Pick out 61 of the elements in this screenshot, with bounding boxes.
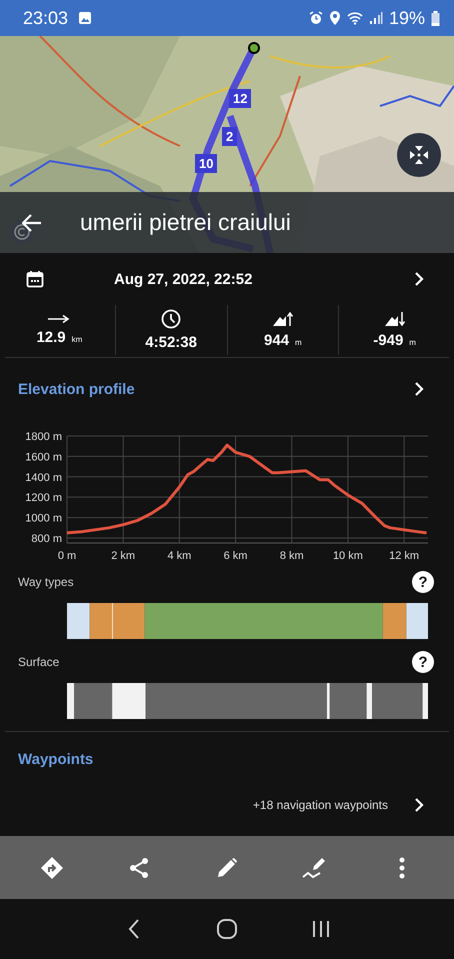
wifi-icon — [346, 11, 363, 25]
more-icon — [399, 856, 406, 878]
stat-unit: km — [72, 335, 82, 344]
stat-unit: m — [409, 338, 416, 347]
distance-arrow-icon — [48, 314, 70, 324]
alarm-icon — [308, 11, 323, 25]
x-axis-label: 12 km — [389, 550, 420, 559]
recent-apps-icon — [310, 919, 330, 939]
fit-icon — [408, 144, 430, 166]
x-axis-label: 6 km — [224, 550, 248, 559]
stat-value: 4:52:38 — [145, 334, 197, 351]
section-title: Elevation profile — [18, 380, 135, 398]
y-axis-label: 1600 m — [25, 451, 62, 464]
navigation-waypoints-row[interactable]: +18 navigation waypoints — [0, 786, 454, 824]
location-icon — [328, 11, 341, 25]
home-icon — [216, 918, 238, 940]
y-axis-label: 1200 m — [25, 492, 62, 504]
way-types-label: Way types — [18, 575, 74, 589]
chevron-icon — [414, 798, 424, 812]
signal-icon — [368, 11, 383, 25]
navigation-waypoints-link: +18 navigation waypoints — [252, 798, 388, 812]
elevation-profile-header[interactable]: Elevation profile — [0, 358, 454, 414]
back-icon — [22, 214, 42, 232]
battery-level: 19% — [388, 8, 425, 28]
x-axis-label: 0 m — [58, 550, 76, 559]
section-title: Waypoints — [18, 750, 94, 768]
track-date: Aug 27, 2022, 22:52 — [114, 270, 254, 288]
image-icon — [78, 11, 92, 25]
calendar-icon — [26, 270, 44, 288]
route-marker[interactable]: 10 — [195, 154, 218, 173]
y-axis-label: 1400 m — [25, 472, 62, 484]
ascent-icon — [272, 311, 293, 327]
descent-icon — [384, 311, 405, 327]
route-marker[interactable]: 12 — [229, 89, 252, 108]
stat-value: 12.9 — [36, 329, 66, 346]
track-title: umerii pietrei craiului — [80, 209, 291, 236]
draw-route-icon — [302, 856, 328, 880]
clock-icon — [161, 309, 182, 329]
stat-value: 944 — [264, 332, 290, 349]
surface-label: Surface — [18, 655, 60, 669]
directions-icon — [40, 856, 64, 880]
stat-unit: m — [295, 338, 302, 347]
chevron-icon — [414, 272, 424, 286]
help-button[interactable]: ? — [412, 571, 434, 593]
status-time: 23:03 — [23, 8, 68, 28]
route-marker[interactable]: 2 — [222, 127, 238, 146]
help-button[interactable]: ? — [412, 651, 434, 673]
x-axis-label: 8 km — [280, 550, 304, 559]
edit-icon — [216, 856, 238, 878]
y-axis-label: 1800 m — [25, 431, 62, 443]
x-axis-label: 10 km — [332, 550, 363, 559]
chevron-icon — [414, 382, 424, 396]
x-axis-label: 2 km — [111, 550, 136, 559]
date-row[interactable]: Aug 27, 2022, 22:52 — [0, 253, 454, 305]
x-axis-label: 4 km — [167, 550, 192, 559]
y-axis-label: 800 m — [31, 532, 62, 545]
back-icon — [128, 919, 140, 939]
battery-icon — [431, 10, 440, 26]
copyright-icon[interactable] — [9, 219, 35, 245]
y-axis-label: 1000 m — [25, 512, 62, 525]
stat-value: -949 — [373, 332, 404, 349]
